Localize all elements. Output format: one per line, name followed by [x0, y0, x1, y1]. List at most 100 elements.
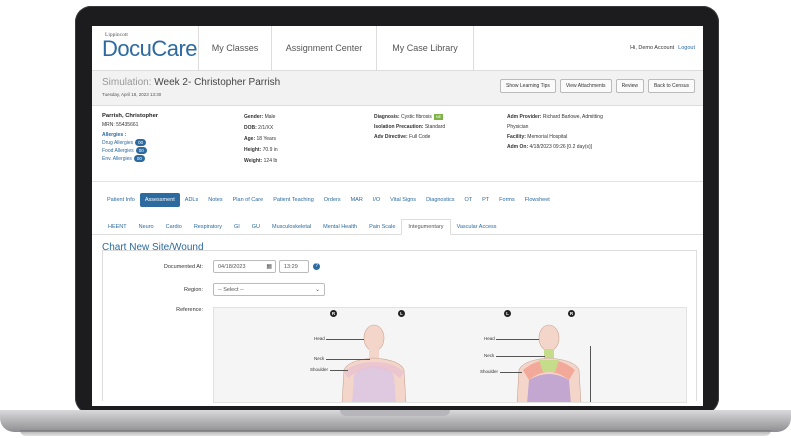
adm-provider-value-cont: Physician: [507, 124, 529, 130]
nav-tab-my-classes[interactable]: My Classes: [198, 26, 271, 70]
front-neck-leader: [326, 359, 370, 360]
subtab-gi[interactable]: GI: [228, 220, 246, 234]
facility-label: Facility:: [507, 134, 526, 140]
back-neck-leader: [496, 356, 545, 357]
food-allergies-link[interactable]: Food Allergies 00: [102, 147, 244, 155]
show-learning-tips-button[interactable]: Show Learning Tips: [499, 79, 556, 93]
diagnosis-badge[interactable]: NE: [433, 114, 444, 120]
patient-height: Height: 70.9 in: [244, 145, 374, 156]
subtab-respiratory[interactable]: Respiratory: [188, 220, 228, 234]
laptop-shadow: [20, 430, 771, 436]
subtab-heent[interactable]: HEENT: [102, 220, 133, 234]
subtab-vascular-access[interactable]: Vascular Access: [451, 220, 503, 234]
drug-allergies-badge: 00: [135, 139, 147, 146]
adm-on-label: Adm On:: [507, 144, 529, 150]
wound-form: Documented At: 04/18/2023 ▦ 13:29 ? Regi…: [102, 250, 697, 403]
back-body-figure[interactable]: [509, 320, 589, 403]
documented-time-input[interactable]: 13:29: [279, 260, 309, 273]
front-neck-label: Neck: [314, 356, 325, 361]
adm-provider-value: Richard Barlowe, Admitting: [542, 114, 603, 120]
patient-adm-on: Adm On: 4/18/2023 09:26 [0.2 day(s)]: [507, 142, 687, 152]
documented-at-label: Documented At:: [163, 264, 203, 270]
tab-forms[interactable]: Forms: [494, 193, 520, 207]
logo-wordmark: DocuCare: [102, 36, 198, 61]
chevron-down-icon: ⌄: [314, 287, 320, 293]
right-marker-back: R: [568, 310, 575, 317]
gender-value: Male: [264, 114, 276, 120]
nav-tab-assignment-center[interactable]: Assignment Center: [271, 26, 376, 70]
documented-date-input[interactable]: 04/18/2023 ▦: [213, 260, 276, 273]
tab-flowsheet[interactable]: Flowsheet: [520, 193, 555, 207]
nav-tab-case-library[interactable]: My Case Library: [376, 26, 474, 70]
subtab-gu[interactable]: GU: [246, 220, 266, 234]
tab-notes[interactable]: Notes: [203, 193, 227, 207]
back-shoulder-label: Shoulder: [480, 369, 499, 374]
drug-allergies-link[interactable]: Drug Allergies 00: [102, 139, 244, 147]
subtab-neuro[interactable]: Neuro: [133, 220, 160, 234]
tab-vital-signs[interactable]: Vital Signs: [385, 193, 421, 207]
docucare-logo[interactable]: Lippincott DocuCare: [92, 26, 198, 70]
simulation-date: Tuesday, April 18, 2023 13:30: [102, 92, 162, 97]
top-nav: Lippincott DocuCare My Classes Assignmen…: [92, 26, 703, 71]
age-label: Age:: [244, 136, 256, 142]
tab-mar[interactable]: MAR: [346, 193, 368, 207]
allergies-label: Allergies :: [102, 132, 127, 138]
front-shoulder-leader: [330, 370, 348, 371]
tab-plan-of-care[interactable]: Plan of Care: [228, 193, 269, 207]
adv-directive-label: Adv Directive:: [374, 134, 408, 140]
region-select[interactable]: -- Select -- ⌄: [213, 283, 325, 296]
patient-diagnosis: Diagnosis: Cystic fibrosis NE: [374, 112, 507, 122]
patient-isolation: Isolation Precaution: Standard: [374, 122, 507, 132]
tab-adls[interactable]: ADLs: [180, 193, 203, 207]
tab-ot[interactable]: OT: [460, 193, 478, 207]
patient-banner: Parrish, Christopher MRN: 55435661 Aller…: [92, 106, 703, 182]
adm-provider-label: Adm Provider:: [507, 114, 542, 120]
help-icon[interactable]: ?: [313, 263, 320, 270]
isolation-label: Isolation Precaution:: [374, 124, 424, 130]
body-reference-diagram[interactable]: R L L R Head Neck Shoulder Head Neck Sho…: [213, 307, 687, 403]
patient-mrn: MRN: 55435661: [102, 122, 139, 128]
patient-age: Age: 18 Years: [244, 134, 374, 145]
patient-admission: Adm Provider: Richard Barlowe, Admitting…: [507, 112, 687, 181]
front-body-figure[interactable]: [334, 320, 414, 403]
patient-identity: Parrish, Christopher MRN: 55435661 Aller…: [102, 112, 244, 181]
documented-time-value: 13:29: [284, 264, 298, 270]
patient-demographics: Gender: Male DOB: 2/1/XX Age: 18 Years H…: [244, 112, 374, 181]
subtab-mental-health[interactable]: Mental Health: [317, 220, 363, 234]
review-button[interactable]: Review: [615, 79, 644, 93]
height-value: 70.9 in: [262, 147, 278, 153]
env-allergies-link[interactable]: Env. Allergies 00: [102, 155, 244, 163]
region-select-value: -- Select --: [218, 287, 244, 293]
front-shoulder-label: Shoulder: [310, 367, 329, 372]
calendar-icon[interactable]: ▦: [266, 263, 272, 270]
height-label: Height:: [244, 147, 262, 153]
back-to-census-button[interactable]: Back to Census: [647, 79, 695, 93]
tab-patient-info[interactable]: Patient Info: [102, 193, 140, 207]
logout-link[interactable]: Logout: [678, 45, 695, 51]
patient-adm-provider: Adm Provider: Richard Barlowe, Admitting: [507, 112, 687, 122]
subtab-pain-scale[interactable]: Pain Scale: [363, 220, 401, 234]
patient-name: Parrish, Christopher: [102, 113, 159, 119]
diagnosis-value: Cystic fibrosis: [400, 114, 432, 120]
tab-diagnostics[interactable]: Diagnostics: [421, 193, 459, 207]
simulation-header: Simulation: Week 2- Christopher Parrish …: [92, 71, 703, 106]
tab-pt[interactable]: PT: [477, 193, 494, 207]
view-attachments-button[interactable]: View Attachments: [559, 79, 612, 93]
tab-i-o[interactable]: I/O: [368, 193, 385, 207]
tab-patient-teaching[interactable]: Patient Teaching: [268, 193, 319, 207]
laptop-notch: [340, 410, 450, 416]
reference-label: Reference:: [176, 307, 203, 313]
subtab-musculoskeletal[interactable]: Musculoskeletal: [266, 220, 317, 234]
front-head-label: Head: [314, 336, 325, 341]
simulation-buttons: Show Learning Tips View Attachments Revi…: [499, 79, 695, 93]
adv-directive-value: Full Code: [409, 134, 431, 140]
subtab-cardio[interactable]: Cardio: [160, 220, 188, 234]
env-allergies-badge: 00: [133, 155, 145, 162]
simulation-title-prefix: Simulation:: [102, 77, 152, 88]
back-head-label: Head: [484, 336, 495, 341]
food-allergies-badge: 00: [135, 147, 147, 154]
dob-value: 2/1/XX: [258, 125, 274, 131]
tab-assessment[interactable]: Assessment: [139, 193, 180, 207]
subtab-integumentary[interactable]: Integumentary: [401, 219, 451, 235]
tab-orders[interactable]: Orders: [319, 193, 346, 207]
